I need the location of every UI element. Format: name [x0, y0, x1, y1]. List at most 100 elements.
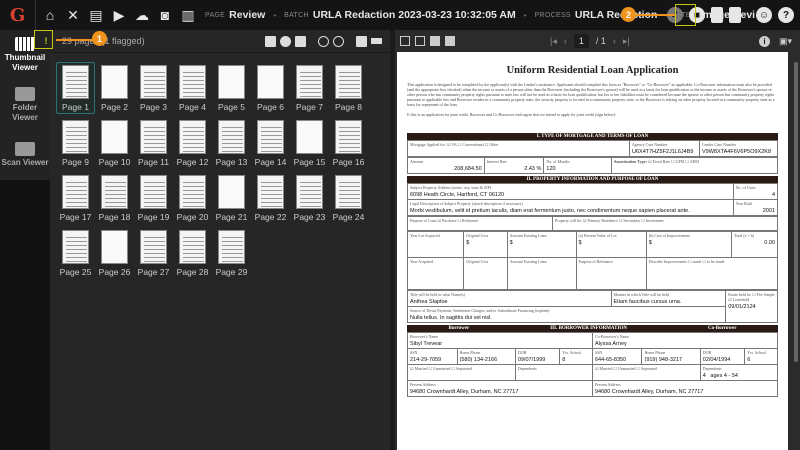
viewer-scrollbar[interactable]: [792, 52, 800, 450]
thumbnail-label: Page 22: [254, 212, 287, 222]
page-thumbnail-image: [101, 230, 128, 264]
rotate-right-icon[interactable]: [333, 35, 344, 47]
printer-icon: [15, 142, 35, 156]
thumbnail-label: Page 2: [101, 102, 128, 112]
thumbnail-label: Page 12: [176, 157, 209, 167]
thumbnail-page[interactable]: Page 18: [95, 172, 134, 224]
page-thumbnail-image: [140, 230, 167, 264]
thumbnail-page[interactable]: Page 29: [212, 227, 251, 279]
thumbnail-page[interactable]: Page 25: [56, 227, 95, 279]
tree-icon[interactable]: [356, 35, 367, 47]
page-value: Review: [229, 9, 266, 21]
thumbnail-label: Page 26: [98, 267, 131, 277]
thumbnail-page[interactable]: Page 15: [290, 117, 329, 169]
page-thumbnail-image: [62, 230, 89, 264]
page-thumbnail-image: [218, 120, 245, 154]
thumbnail-page[interactable]: Page 26: [95, 227, 134, 279]
thumbnail-label: Page 9: [62, 157, 89, 167]
thumbnail-page[interactable]: Page 12: [173, 117, 212, 169]
trash-icon[interactable]: [711, 7, 723, 23]
rotate-left-icon[interactable]: [318, 35, 329, 47]
thumbnail-page[interactable]: Page 28: [173, 227, 212, 279]
home-icon[interactable]: ⌂: [41, 6, 59, 24]
image-icon[interactable]: [445, 36, 455, 46]
first-page-button[interactable]: |◂: [550, 36, 557, 47]
page-thumbnail-image: [62, 65, 89, 99]
page-thumbnail-image: [101, 120, 128, 154]
page-thumbnail-image: [296, 65, 323, 99]
play-icon[interactable]: ▶: [110, 6, 128, 24]
thumbnail-label: Page 4: [179, 102, 206, 112]
user-icon[interactable]: ☺: [756, 7, 772, 23]
cloud-upload-icon[interactable]: ☁: [133, 6, 151, 24]
page-thumbnail-image: [257, 65, 284, 99]
thumbnail-page[interactable]: Page 7: [290, 62, 329, 114]
thumbnail-page[interactable]: Page 22: [251, 172, 290, 224]
info-icon[interactable]: i: [758, 35, 770, 47]
document-viewer: |◂ ‹ 1 / 1 › ▸| i ▣▾ Uniform Residential…: [395, 30, 800, 450]
thumbnail-page[interactable]: Page 8: [329, 62, 368, 114]
thumbnail-page[interactable]: Page 16: [329, 117, 368, 169]
tools-icon[interactable]: ✕: [64, 6, 82, 24]
thumbnail-page[interactable]: Page 23: [290, 172, 329, 224]
last-page-button[interactable]: ▸|: [623, 36, 630, 47]
thumbnail-label: Page 10: [98, 157, 131, 167]
callout-arrow-1: [56, 39, 94, 41]
archive-icon[interactable]: ▤: [87, 6, 105, 24]
thumbnail-page[interactable]: Page 21: [212, 172, 251, 224]
document-check-icon[interactable]: [265, 35, 276, 47]
thumbnail-page[interactable]: Page 1: [56, 62, 95, 114]
next-page-button[interactable]: ›: [613, 36, 616, 46]
page-thumbnail-image: [335, 120, 362, 154]
book-icon[interactable]: [729, 7, 741, 23]
briefcase-clock-icon[interactable]: ◙: [156, 6, 174, 24]
thumbnail-page[interactable]: Page 10: [95, 117, 134, 169]
thumbnail-page[interactable]: Page 17: [56, 172, 95, 224]
link-icon[interactable]: [280, 35, 291, 47]
thumbnail-page[interactable]: Page 9: [56, 117, 95, 169]
thumbnail-page[interactable]: Page 19: [134, 172, 173, 224]
help-icon[interactable]: ?: [778, 7, 794, 23]
page-thumbnail-image: [296, 120, 323, 154]
thumbnail-panel: ! 29 pages (1 flagged) Page 1Page 2Page …: [45, 30, 390, 450]
thumbnail-page[interactable]: Page 3: [134, 62, 173, 114]
fit-width-icon[interactable]: [400, 36, 410, 46]
thumbnail-page[interactable]: Page 2: [95, 62, 134, 114]
thumbnail-label: Page 29: [215, 267, 248, 277]
highlight-box-1: [34, 30, 53, 49]
nav-scan-viewer[interactable]: Scan Viewer: [0, 130, 50, 180]
page-thumbnail-image: [101, 65, 128, 99]
prev-page-button[interactable]: ‹: [564, 36, 567, 46]
nav-folder-viewer[interactable]: Folder Viewer: [0, 80, 50, 130]
thumbnail-grid: Page 1 Page 2 Page 3 Page 4 Page 5 Page 6 Page…: [56, 62, 368, 279]
thumbnail-page[interactable]: Page 13: [212, 117, 251, 169]
page-thumbnail-image: [257, 120, 284, 154]
sort-icon[interactable]: [371, 38, 382, 44]
process-label: PROCESS: [534, 11, 571, 19]
thumbnail-page[interactable]: Page 5: [212, 62, 251, 114]
thumbnail-label: Page 1: [62, 102, 89, 112]
left-nav: Thumbnail Viewer Folder Viewer Scan View…: [0, 30, 50, 450]
thumbnail-page[interactable]: Page 6: [251, 62, 290, 114]
delete-icon[interactable]: [295, 35, 306, 47]
page-thumbnail-image: [257, 175, 284, 209]
thumbnail-page[interactable]: Page 14: [251, 117, 290, 169]
page-thumbnail-image: [218, 175, 245, 209]
thumbnail-label: Page 27: [137, 267, 170, 277]
page-thumbnail-image: [218, 230, 245, 264]
image-options-dropdown[interactable]: ▣▾: [779, 36, 792, 47]
thumbnail-page[interactable]: Page 27: [134, 227, 173, 279]
thumbnail-label: Page 3: [140, 102, 167, 112]
thumbnail-label: Page 6: [257, 102, 284, 112]
chart-icon[interactable]: ▥: [179, 6, 197, 24]
thumbnail-page[interactable]: Page 20: [173, 172, 212, 224]
thumbnail-page[interactable]: Page 11: [134, 117, 173, 169]
thumbnail-page[interactable]: Page 4: [173, 62, 212, 114]
page-thumbnail-image: [140, 175, 167, 209]
fit-page-icon[interactable]: [415, 36, 425, 46]
thumbnail-label: Page 15: [293, 157, 326, 167]
page-number-input[interactable]: 1: [573, 34, 589, 48]
thumbnail-page[interactable]: Page 24: [329, 172, 368, 224]
thumbnail-label: Page 14: [254, 157, 287, 167]
copy-icon[interactable]: [430, 36, 440, 46]
